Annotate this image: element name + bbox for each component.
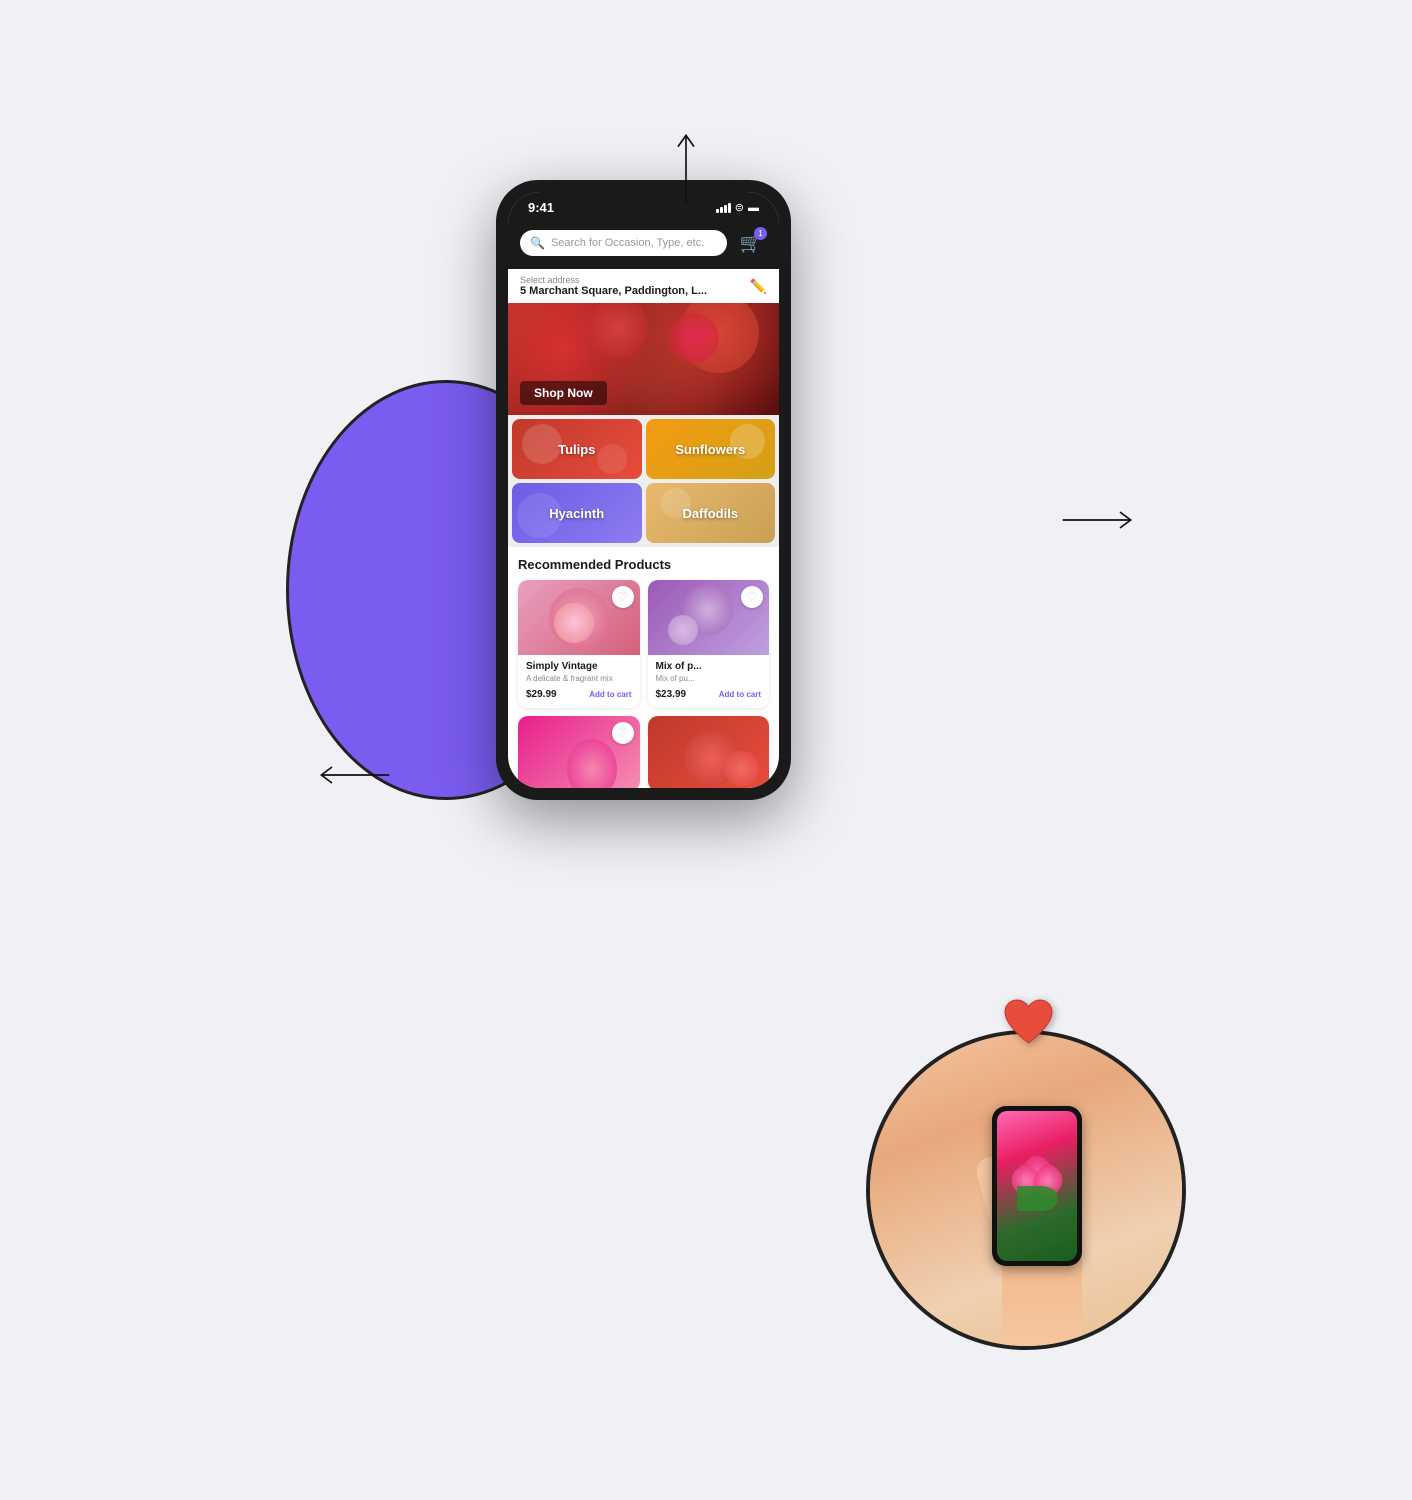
product-price-p1: $29.99 — [526, 689, 557, 700]
product-card-p3[interactable]: ♡ — [518, 716, 640, 788]
wifi-icon: ⊜ — [735, 201, 744, 214]
product-name-p2: Mix of p... — [656, 661, 762, 672]
search-area: 🔍 Search for Occasion, Type, etc. 🛒 1 — [508, 219, 779, 269]
arrow-right — [1056, 480, 1136, 565]
category-sunflowers[interactable]: Sunflowers — [646, 419, 776, 479]
category-grid: Tulips Sunflowers Hyacinth Daffodils — [508, 415, 779, 547]
arrow-left — [316, 735, 396, 820]
battery-icon: ▬ — [748, 202, 759, 214]
product-name-p1: Simply Vintage — [526, 661, 632, 672]
phone-mockup: 9:41 ⊜ ▬ — [496, 180, 791, 800]
category-label-tulips: Tulips — [558, 442, 595, 457]
cart-button[interactable]: 🛒 1 — [735, 227, 767, 259]
product-image-p4 — [648, 716, 770, 788]
add-to-cart-p2[interactable]: Add to cart — [719, 690, 761, 699]
section-title: Recommended Products — [518, 557, 769, 572]
product-footer-p2: $23.99 Add to cart — [656, 689, 762, 700]
address-label: Select address — [520, 275, 707, 285]
category-tulips[interactable]: Tulips — [512, 419, 642, 479]
arrow-up — [646, 130, 726, 215]
favorite-button-p1[interactable]: ♡ — [612, 586, 634, 608]
search-box[interactable]: 🔍 Search for Occasion, Type, etc. — [520, 230, 727, 256]
product-price-p2: $23.99 — [656, 689, 687, 700]
hand-phone-circle — [866, 1030, 1186, 1350]
address-value: 5 Marchant Square, Paddington, L... — [520, 285, 707, 297]
product-desc-p1: A delicate & fragrant mix — [526, 674, 632, 684]
products-grid: ♡ Simply Vintage A delicate & fragrant m… — [518, 580, 769, 788]
product-image-p2: ♡ — [648, 580, 770, 655]
category-label-daffodils: Daffodils — [682, 506, 738, 521]
recommended-section: Recommended Products ♡ Simply Vintage — [508, 547, 779, 788]
product-info-p2: Mix of p... Mix of pu... $23.99 Add to c… — [648, 655, 770, 708]
favorite-button-p3[interactable]: ♡ — [612, 722, 634, 744]
edit-icon[interactable]: ✏️ — [750, 278, 767, 295]
product-image-p1: ♡ — [518, 580, 640, 655]
category-label-sunflowers: Sunflowers — [675, 442, 745, 457]
status-time: 9:41 — [528, 200, 554, 215]
cart-badge: 1 — [754, 227, 767, 240]
product-footer-p1: $29.99 Add to cart — [526, 689, 632, 700]
hand-image — [870, 1034, 1182, 1346]
add-to-cart-p1[interactable]: Add to cart — [589, 690, 631, 699]
address-bar: Select address 5 Marchant Square, Paddin… — [508, 269, 779, 303]
product-image-p3: ♡ — [518, 716, 640, 788]
product-info-p1: Simply Vintage A delicate & fragrant mix… — [518, 655, 640, 708]
search-icon: 🔍 — [530, 236, 545, 250]
favorite-button-p2[interactable]: ♡ — [741, 586, 763, 608]
search-placeholder: Search for Occasion, Type, etc. — [551, 237, 704, 249]
category-daffodils[interactable]: Daffodils — [646, 483, 776, 543]
category-hyacinth[interactable]: Hyacinth — [512, 483, 642, 543]
product-desc-p2: Mix of pu... — [656, 674, 762, 684]
phone-screen: 9:41 ⊜ ▬ — [508, 192, 779, 788]
hero-banner: Shop Now — [508, 303, 779, 415]
category-label-hyacinth: Hyacinth — [549, 506, 604, 521]
red-heart-decoration — [1001, 998, 1056, 1060]
status-bar: 9:41 ⊜ ▬ — [508, 192, 779, 219]
shop-now-button[interactable]: Shop Now — [520, 381, 607, 405]
phone-frame: 9:41 ⊜ ▬ — [496, 180, 791, 800]
product-card-p4[interactable] — [648, 716, 770, 788]
product-card-p2[interactable]: ♡ Mix of p... Mix of pu... $23.99 Add to… — [648, 580, 770, 708]
product-card-p1[interactable]: ♡ Simply Vintage A delicate & fragrant m… — [518, 580, 640, 708]
